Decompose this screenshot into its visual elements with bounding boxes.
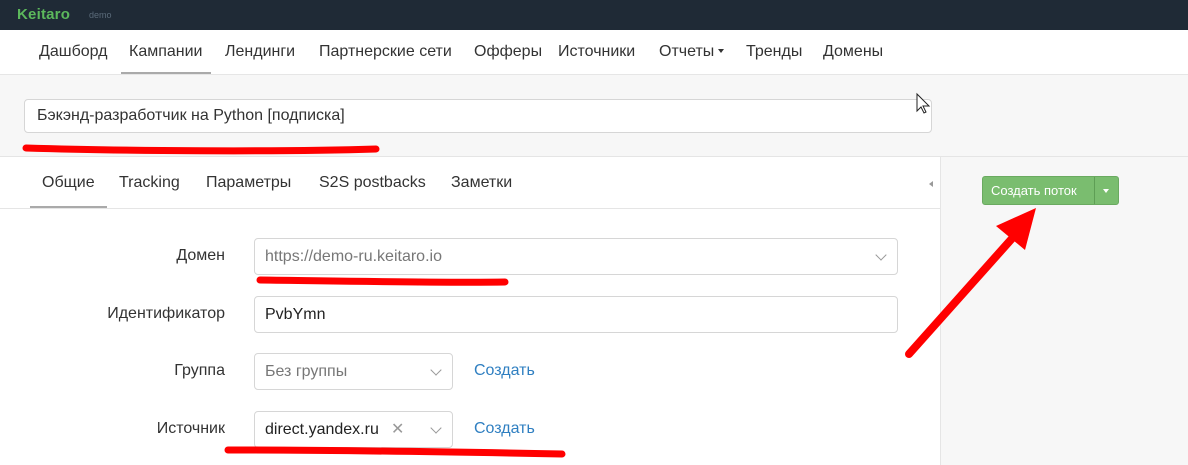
group-select[interactable]: Без группы	[254, 353, 453, 390]
nav-item-campaigns[interactable]: Кампании	[121, 30, 211, 74]
clear-x-icon[interactable]: ✕	[391, 420, 404, 440]
nav-item-reports-label: Отчеты	[659, 43, 715, 60]
caret-left-icon[interactable]	[929, 181, 933, 187]
underline-source	[224, 446, 566, 458]
nav-item-affiliate-networks[interactable]: Партнерские сети	[319, 30, 452, 72]
tab-notes[interactable]: Заметки	[451, 157, 512, 206]
create-flow-button[interactable]: Создать поток	[982, 176, 1119, 205]
source-label: Источник	[156, 420, 225, 437]
caret-down-icon	[718, 49, 725, 53]
tab-tracking[interactable]: Tracking	[119, 157, 180, 206]
tab-general[interactable]: Общие	[30, 157, 107, 208]
create-flow-dropdown-toggle[interactable]	[1094, 177, 1118, 204]
chevron-down-icon	[430, 364, 442, 376]
top-bar: Keitaro demo	[0, 0, 1188, 30]
campaign-tabs: Общие Tracking Параметры S2S postbacks З…	[0, 157, 940, 209]
source-select[interactable]: direct.yandex.ru ✕	[254, 411, 453, 448]
group-value: Без группы	[265, 363, 348, 380]
create-source-link[interactable]: Создать	[474, 420, 535, 438]
identifier-value: PvbYmn	[265, 306, 326, 323]
source-value: direct.yandex.ru	[265, 421, 379, 438]
campaign-header: Бэкэнд-разработчик на Python [подписка]	[0, 75, 1188, 157]
campaign-name-input[interactable]: Бэкэнд-разработчик на Python [подписка]	[24, 99, 932, 133]
logo-tagline: demo	[89, 10, 112, 20]
logo[interactable]: Keitaro	[17, 6, 70, 23]
group-label: Группа	[174, 362, 225, 379]
chevron-down-icon	[430, 422, 442, 434]
nav-item-trends[interactable]: Тренды	[746, 30, 802, 72]
nav-item-reports[interactable]: Отчеты	[659, 30, 725, 72]
nav-item-offers[interactable]: Офферы	[474, 30, 542, 72]
tab-s2s-postbacks[interactable]: S2S postbacks	[319, 157, 426, 206]
identifier-input[interactable]: PvbYmn	[254, 296, 898, 333]
domain-value: https://demo-ru.keitaro.io	[265, 248, 442, 265]
flows-sidebar: Создать поток	[940, 157, 1188, 465]
tab-parameters[interactable]: Параметры	[206, 157, 291, 206]
underline-domain	[256, 276, 509, 286]
create-flow-label: Создать поток	[991, 183, 1077, 198]
nav-item-landings[interactable]: Лендинги	[225, 30, 295, 72]
nav-item-dashboard[interactable]: Дашборд	[39, 30, 108, 72]
nav-item-sources[interactable]: Источники	[558, 30, 635, 72]
main-nav: Дашборд Кампании Лендинги Партнерские се…	[0, 30, 1188, 75]
nav-item-domains[interactable]: Домены	[823, 30, 883, 72]
create-group-link[interactable]: Создать	[474, 362, 535, 380]
chevron-down-icon	[875, 249, 887, 261]
domain-select[interactable]: https://demo-ru.keitaro.io	[254, 238, 898, 275]
domain-label: Домен	[176, 247, 225, 264]
identifier-label: Идентификатор	[107, 305, 225, 322]
